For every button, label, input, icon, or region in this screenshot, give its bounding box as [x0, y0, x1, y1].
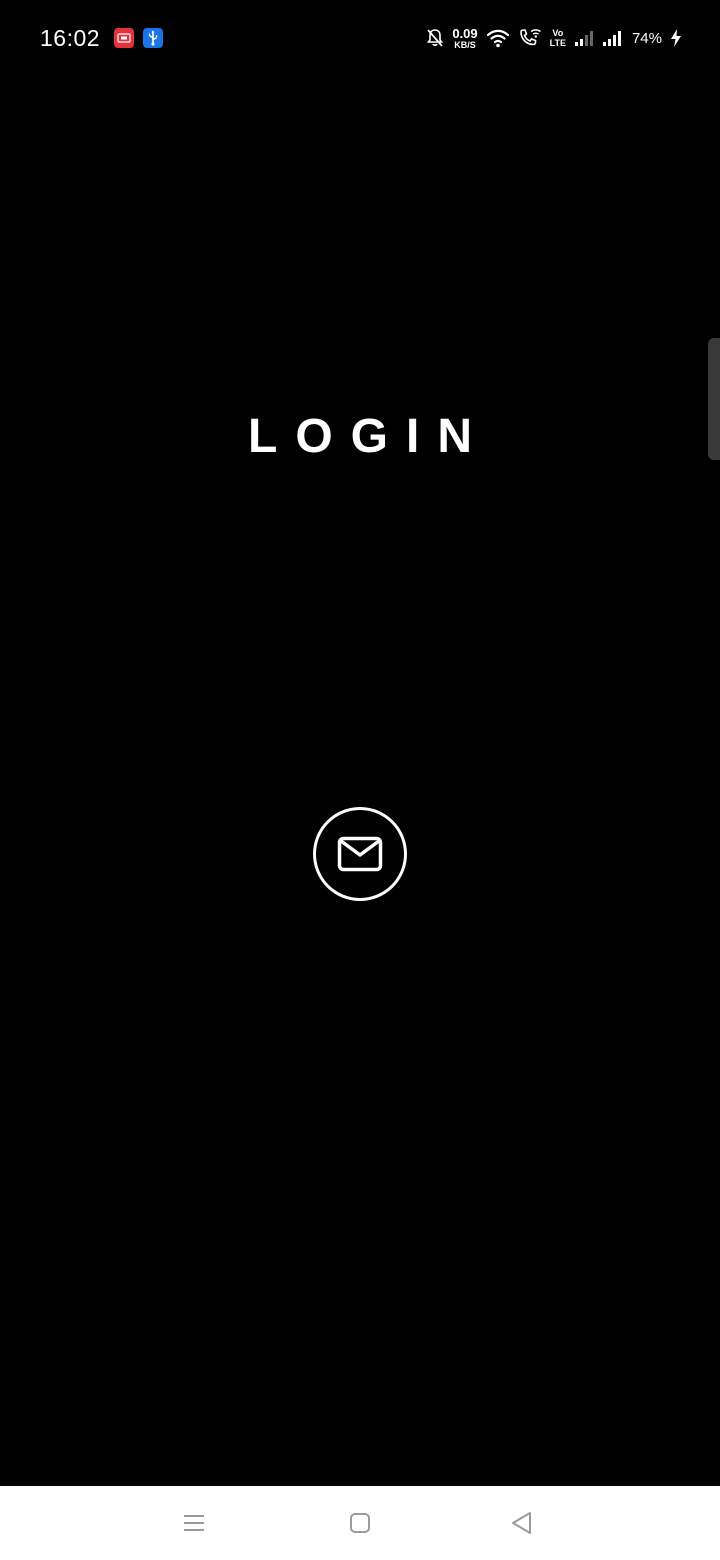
charging-icon	[670, 28, 682, 48]
page-title: LOGIN	[248, 410, 490, 463]
recent-apps-button[interactable]	[174, 1508, 214, 1538]
edge-panel-handle[interactable]	[708, 338, 720, 460]
usb-icon	[143, 28, 163, 48]
home-icon	[349, 1512, 371, 1534]
network-speed-value: 0.09	[452, 25, 478, 41]
status-bar: 16:02 0.09 KB/S Vo LTE 74%	[0, 0, 720, 76]
wifi-icon	[486, 28, 510, 48]
volte-bottom-label: LTE	[549, 38, 566, 48]
home-button[interactable]	[340, 1508, 380, 1538]
status-icons: 0.09 KB/S Vo LTE 74%	[426, 22, 682, 54]
volte-icon: Vo LTE	[550, 28, 566, 48]
signal-icon	[574, 29, 594, 47]
navigation-bar	[0, 1486, 720, 1560]
status-time: 16:02	[40, 25, 101, 51]
volte-top-label: Vo	[552, 28, 564, 38]
battery-level: 74%	[631, 29, 662, 47]
back-button[interactable]	[502, 1508, 542, 1538]
network-speed: 0.09 KB/S	[452, 27, 477, 50]
email-login-button[interactable]	[313, 807, 407, 901]
mail-icon	[337, 836, 383, 872]
mute-icon	[426, 28, 444, 48]
network-speed-unit: KB/S	[454, 39, 476, 50]
menu-icon	[182, 1513, 206, 1533]
back-icon	[510, 1511, 534, 1535]
signal-icon	[602, 29, 622, 47]
app-notification-icon	[114, 28, 134, 48]
wifi-call-icon	[518, 28, 542, 48]
